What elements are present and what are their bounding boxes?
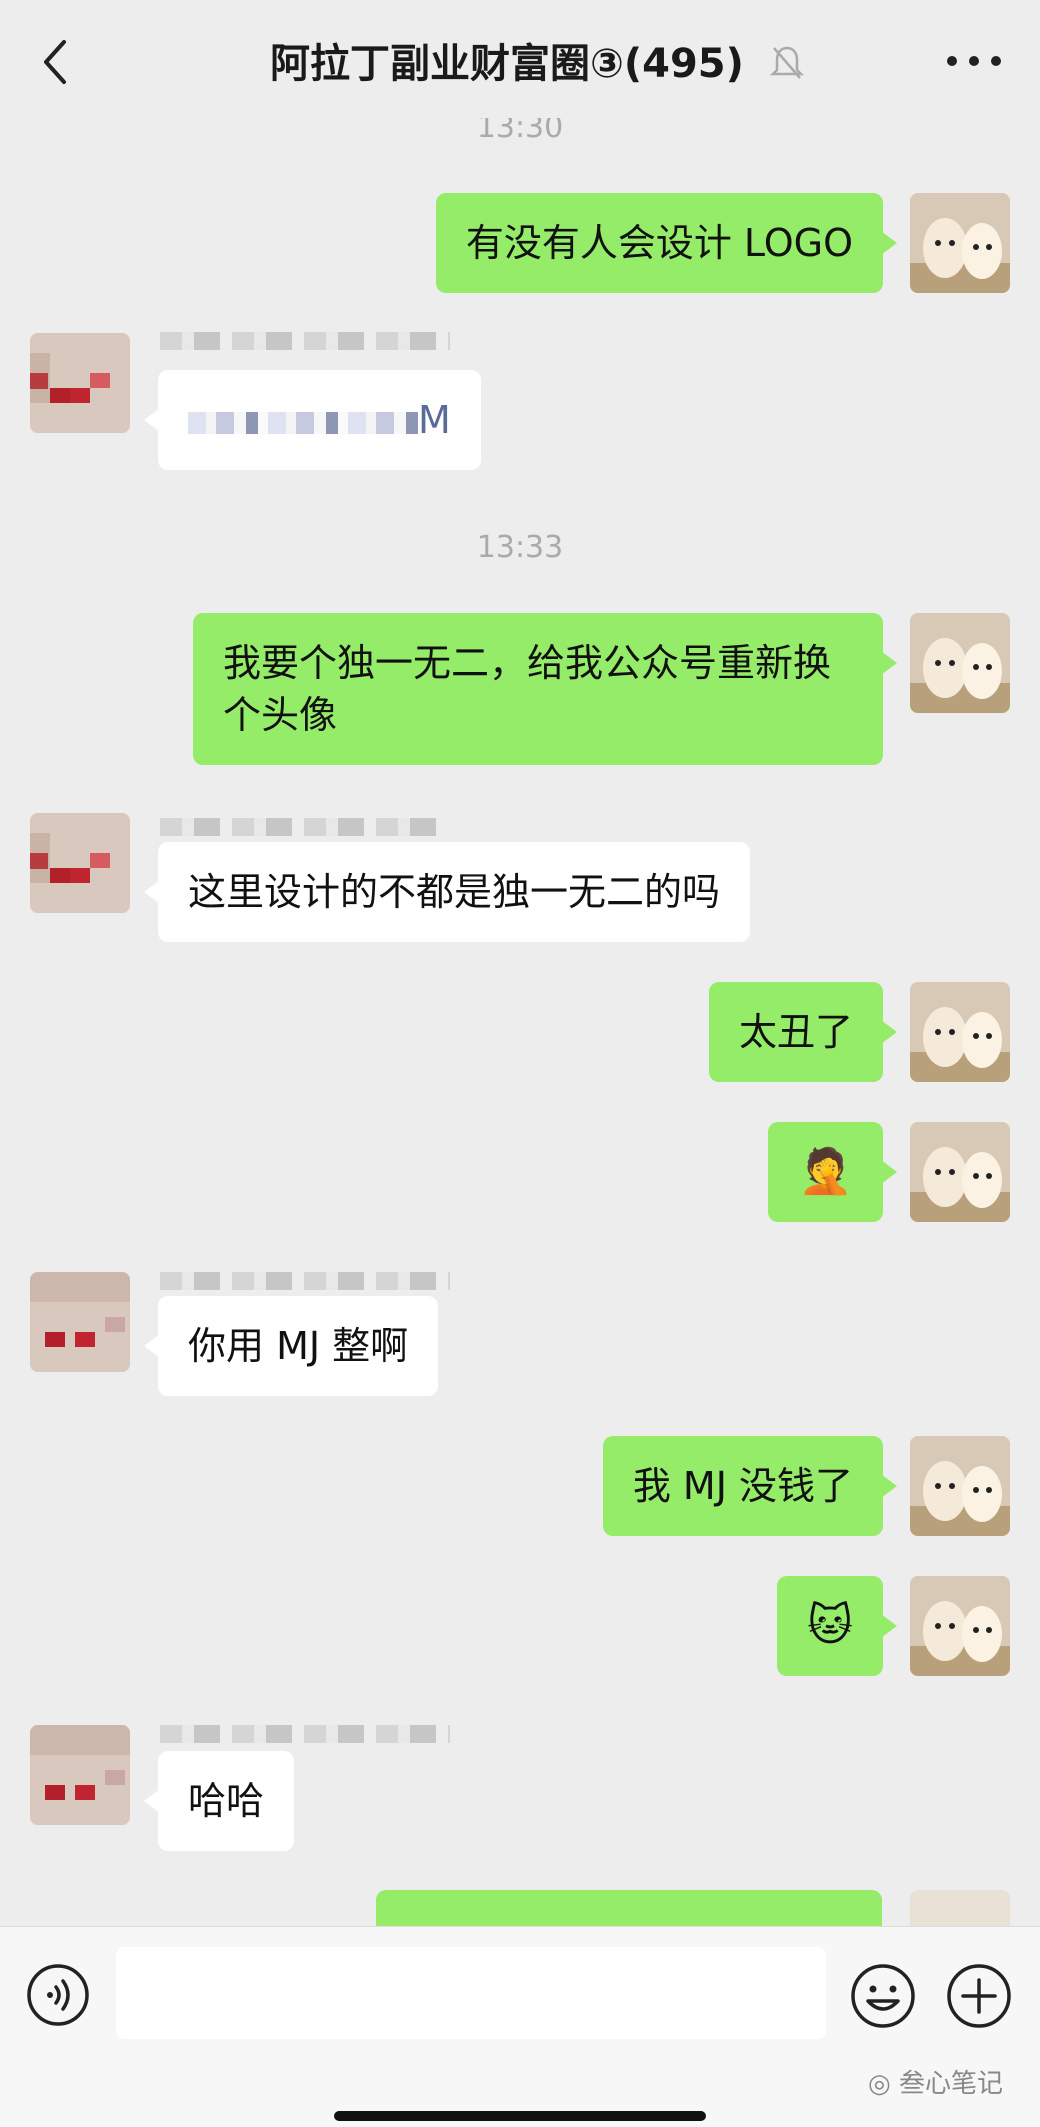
message-bubble-other[interactable]: M	[144, 370, 481, 470]
avatar-other[interactable]	[30, 1725, 130, 1825]
input-bar: ◎ 叁心笔记	[0, 1926, 1040, 2127]
alpaca-avatar-icon	[910, 1122, 1010, 1222]
timestamp: 13:33	[476, 530, 564, 565]
avatar-me[interactable]	[910, 193, 1010, 293]
pixelated-avatar-icon	[30, 333, 130, 433]
alpaca-avatar-icon	[910, 193, 1010, 293]
message-bubble-me[interactable]: 我要个独一无二，给我公众号重新换个头像	[193, 613, 897, 765]
alpaca-avatar-icon	[910, 982, 1010, 1082]
sender-name	[160, 332, 450, 350]
message-text: M	[418, 398, 451, 442]
chat-header: 阿拉丁副业财富圈③(495)	[0, 0, 1040, 118]
alpaca-avatar-icon	[910, 613, 1010, 713]
ellipsis-icon[interactable]	[944, 50, 1004, 72]
sender-name	[160, 818, 440, 836]
alpaca-avatar-icon	[910, 1436, 1010, 1536]
message-bubble-me[interactable]: 🐱	[777, 1576, 897, 1676]
sender-name	[160, 1725, 450, 1743]
message-bubble-other[interactable]: 这里设计的不都是独一无二的吗	[143, 842, 751, 942]
voice-icon[interactable]	[26, 1963, 90, 2027]
message-bubble-me-partial[interactable]	[376, 1890, 882, 1928]
emoji-icon[interactable]	[850, 1963, 916, 2029]
avatar-me[interactable]	[910, 1576, 1010, 1676]
message-bubble-me[interactable]: 我 MJ 没钱了	[602, 1436, 898, 1536]
message-bubble-other[interactable]: 哈哈	[143, 1751, 295, 1851]
home-indicator[interactable]	[334, 2111, 706, 2121]
bell-muted-icon	[770, 46, 804, 79]
chevron-left-icon[interactable]	[36, 38, 76, 86]
message-bubble-me[interactable]: 有没有人会设计 LOGO	[435, 193, 898, 293]
avatar-me-partial[interactable]	[910, 1890, 1010, 1928]
message-bubble-other[interactable]: 你用 MJ 整啊	[143, 1296, 439, 1396]
pixelated-avatar-icon	[30, 1272, 130, 1372]
message-bubble-me[interactable]: 🤦	[768, 1122, 897, 1222]
alpaca-avatar-icon	[910, 1576, 1010, 1676]
message-input[interactable]	[116, 1947, 826, 2039]
avatar-other[interactable]	[30, 813, 130, 913]
avatar-other[interactable]	[30, 333, 130, 433]
avatar-me[interactable]	[910, 982, 1010, 1082]
avatar-other[interactable]	[30, 1272, 130, 1372]
avatar-me[interactable]	[910, 1436, 1010, 1536]
avatar-me[interactable]	[910, 1122, 1010, 1222]
pixelated-avatar-icon	[30, 1725, 130, 1825]
wechat-icon: ◎	[868, 2069, 899, 2099]
chat-title: 阿拉丁副业财富圈③(495)	[270, 41, 744, 87]
pixelated-avatar-icon	[30, 813, 130, 913]
message-bubble-me[interactable]: 太丑了	[708, 982, 898, 1082]
plus-circle-icon[interactable]	[946, 1963, 1012, 2029]
avatar-me[interactable]	[910, 613, 1010, 713]
watermark-text: 叁心笔记	[898, 2069, 1003, 2099]
watermark: ◎ 叁心笔记	[868, 2063, 1003, 2100]
blurred-text	[188, 411, 418, 434]
sender-name	[160, 1272, 450, 1290]
